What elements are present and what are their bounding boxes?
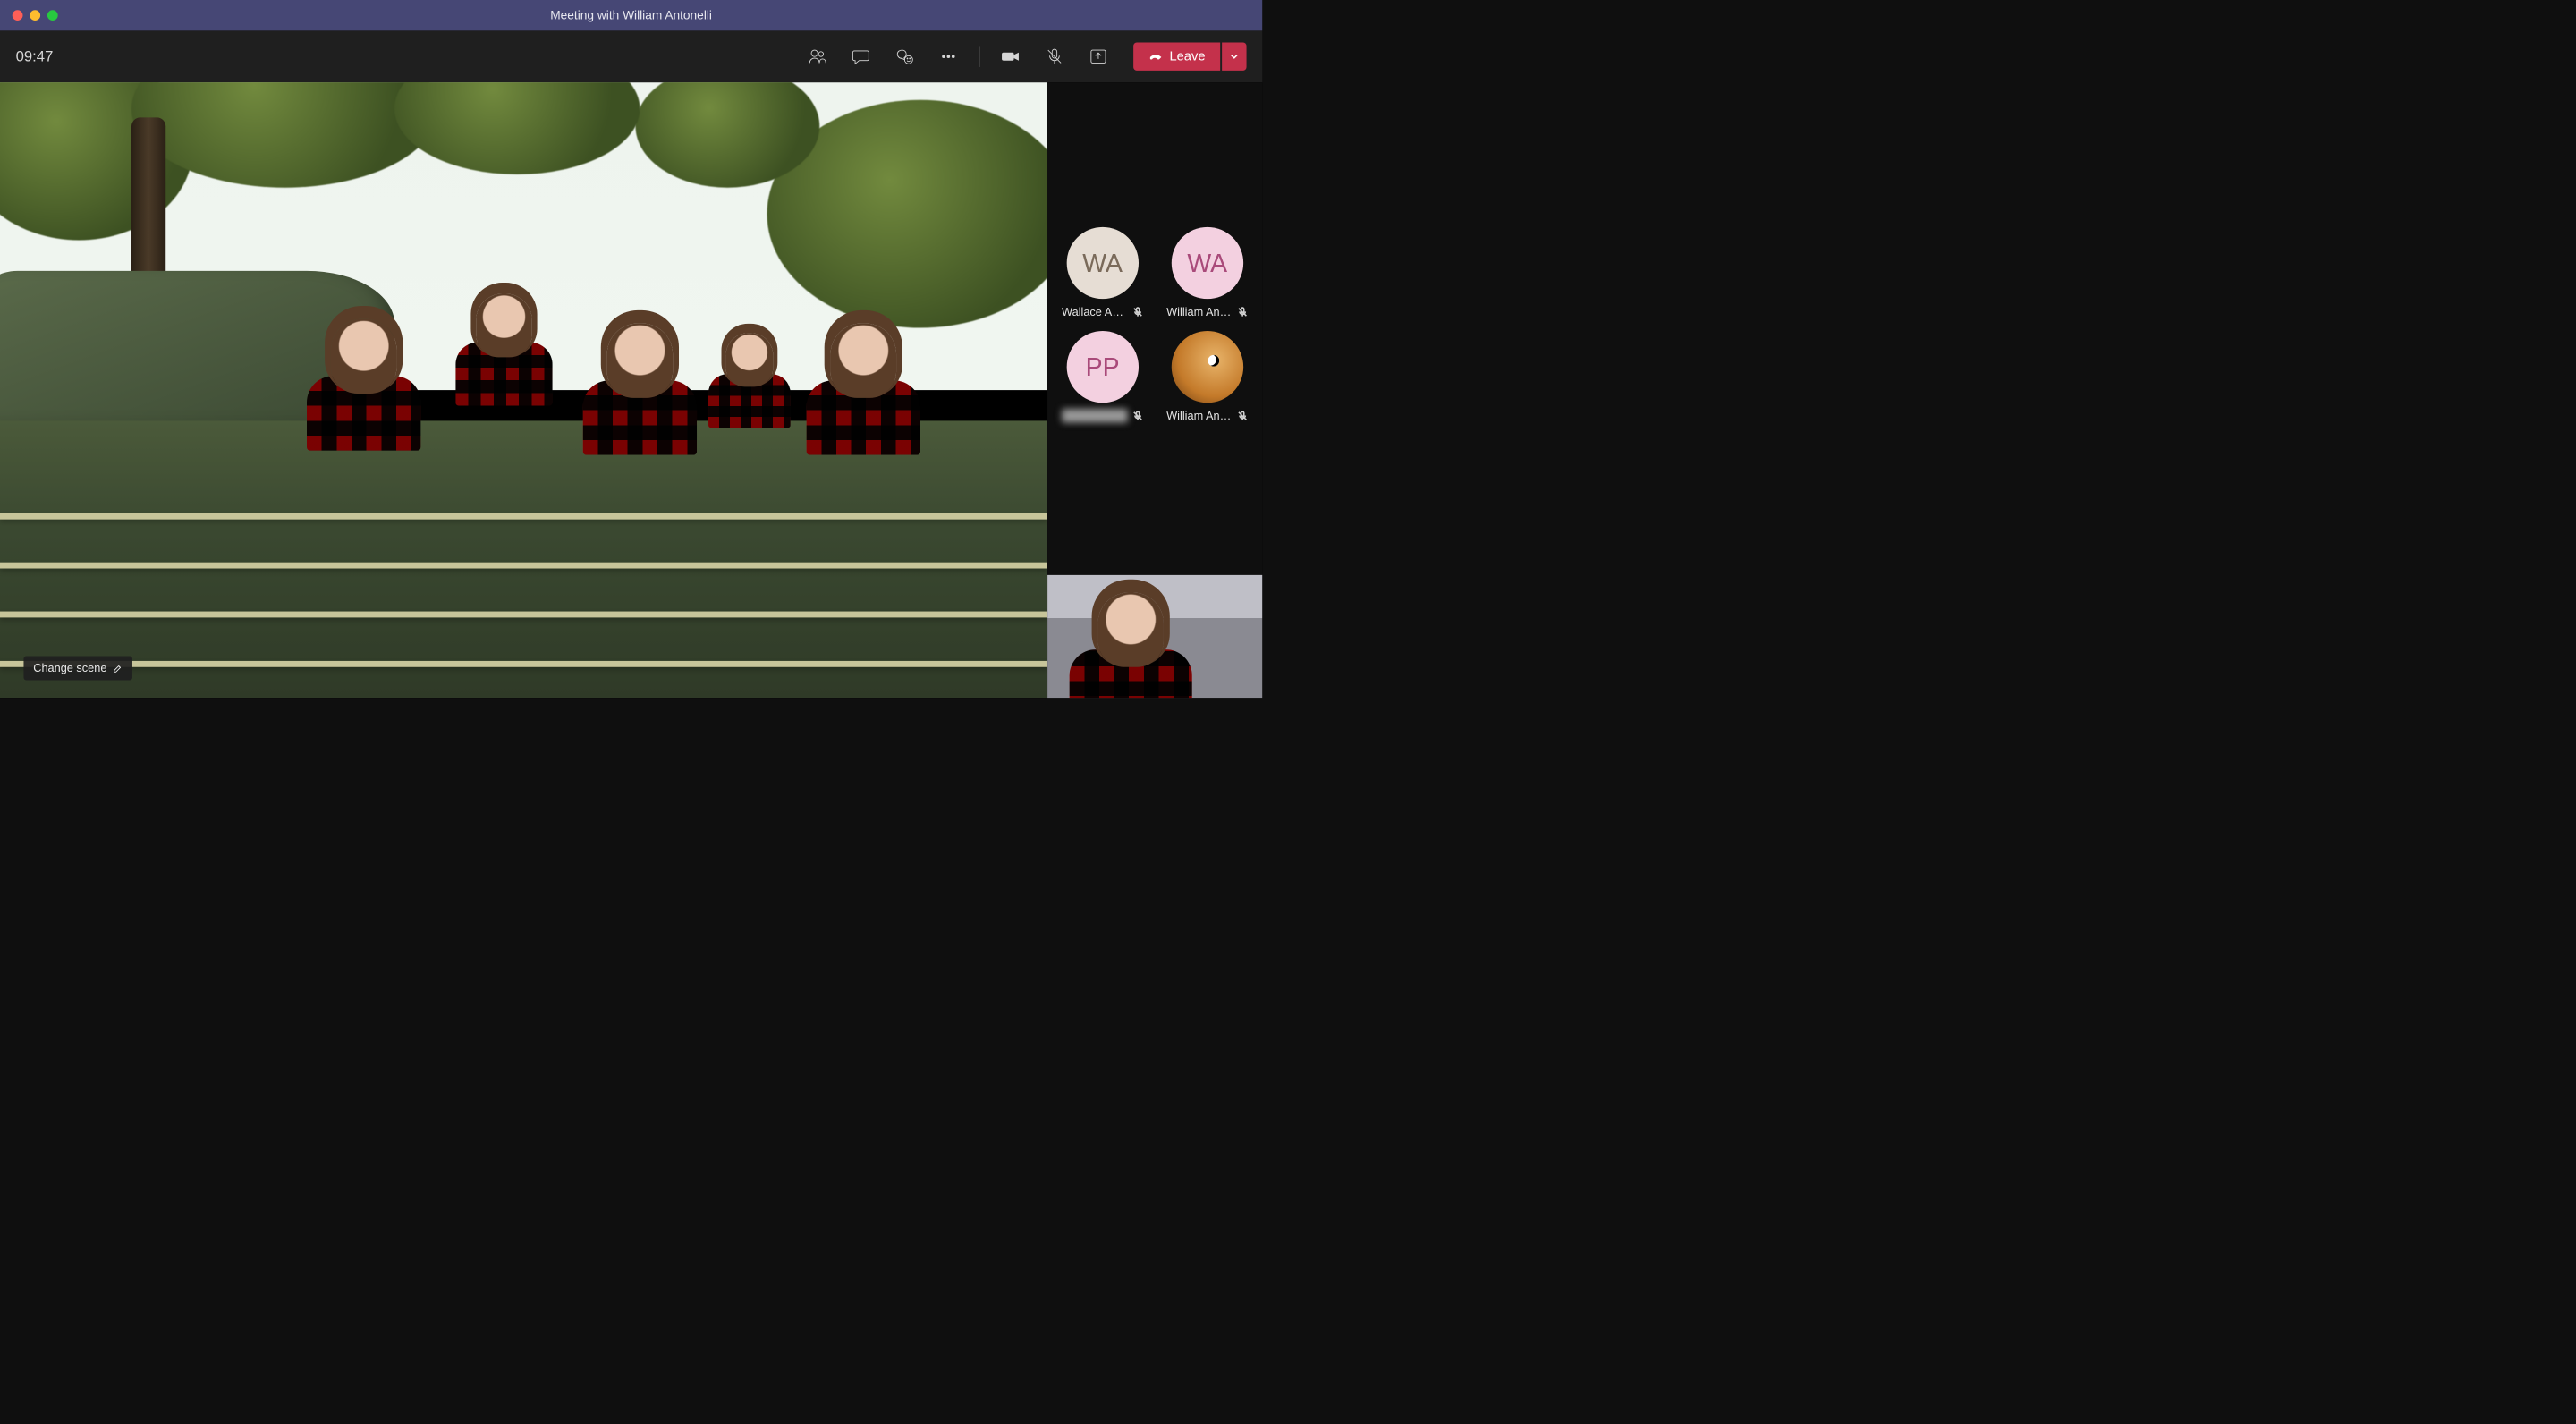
avatar: PP xyxy=(1066,331,1138,403)
participant-tile[interactable]: William Ant... xyxy=(1161,331,1253,422)
change-scene-button[interactable]: Change scene xyxy=(23,657,131,681)
participants-panel: WA Wallace Ant... WA William Ant... xyxy=(1047,82,1262,698)
participant-name: Wallace Ant... xyxy=(1062,305,1128,318)
reactions-icon xyxy=(895,47,915,66)
toolbar-separator xyxy=(979,46,980,67)
meeting-toolbar: 09:47 xyxy=(0,30,1262,82)
chat-button[interactable] xyxy=(843,39,878,74)
avatar xyxy=(1172,331,1243,403)
participant-tile[interactable]: WA Wallace Ant... xyxy=(1056,227,1148,318)
titlebar: Meeting with William Antonelli xyxy=(0,0,1262,30)
participants-grid: WA Wallace Ant... WA William Ant... xyxy=(1047,227,1262,423)
meeting-content: Change scene WA Wallace Ant... xyxy=(0,82,1262,698)
scene-canvas xyxy=(0,82,1047,698)
window-minimize-button[interactable] xyxy=(30,10,40,21)
mic-muted-icon xyxy=(1237,306,1249,318)
edit-icon xyxy=(113,664,123,674)
together-mode-stage: Change scene xyxy=(0,82,1047,698)
leave-button[interactable]: Leave xyxy=(1133,43,1220,71)
window-fullscreen-button[interactable] xyxy=(47,10,58,21)
mic-toggle-button[interactable] xyxy=(1037,39,1072,74)
camera-icon xyxy=(1001,47,1021,66)
change-scene-label: Change scene xyxy=(33,661,106,674)
participants-icon xyxy=(808,47,827,66)
participant-name: William Ant... xyxy=(1166,305,1233,318)
window-title: Meeting with William Antonelli xyxy=(0,8,1262,22)
hangup-icon xyxy=(1148,49,1164,64)
call-duration: 09:47 xyxy=(16,48,54,65)
mic-muted-icon xyxy=(1131,306,1143,318)
share-icon xyxy=(1089,47,1108,66)
avatar: WA xyxy=(1172,227,1243,299)
meeting-window: Meeting with William Antonelli 09:47 xyxy=(0,0,1262,698)
mic-muted-icon xyxy=(1131,410,1143,421)
self-view[interactable] xyxy=(1047,575,1262,698)
window-close-button[interactable] xyxy=(13,10,23,21)
mic-muted-icon xyxy=(1237,410,1249,421)
chevron-down-icon xyxy=(1228,51,1240,63)
leave-label: Leave xyxy=(1169,49,1205,64)
participant-name: William Ant... xyxy=(1166,409,1233,422)
chat-icon xyxy=(852,47,871,66)
mic-muted-icon xyxy=(1045,47,1064,66)
camera-toggle-button[interactable] xyxy=(993,39,1028,74)
participant-tile[interactable]: WA William Ant... xyxy=(1161,227,1253,318)
more-icon xyxy=(939,47,959,66)
leave-options-button[interactable] xyxy=(1222,43,1246,71)
reactions-button[interactable] xyxy=(887,39,922,74)
more-actions-button[interactable] xyxy=(931,39,966,74)
window-controls xyxy=(13,10,58,21)
participants-button[interactable] xyxy=(800,39,835,74)
leave-group: Leave xyxy=(1133,43,1246,71)
participant-name: —————— xyxy=(1062,409,1128,422)
avatar: WA xyxy=(1066,227,1138,299)
share-screen-button[interactable] xyxy=(1080,39,1115,74)
participant-tile[interactable]: PP —————— xyxy=(1056,331,1148,422)
